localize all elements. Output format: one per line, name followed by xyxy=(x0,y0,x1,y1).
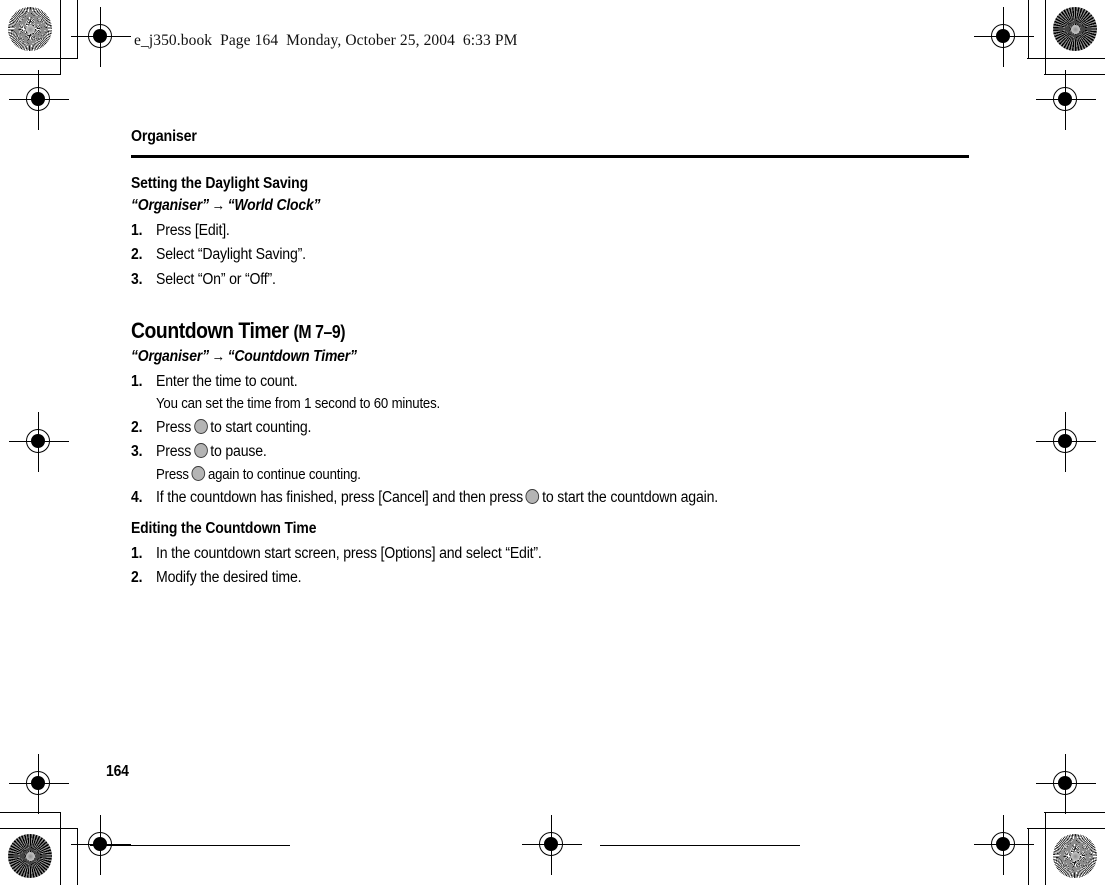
step-list: 2. Press to start counting. 3. Press to pa… xyxy=(131,416,971,465)
section-heading: Editing the Countdown Time xyxy=(131,519,317,537)
trim-line-top-outer xyxy=(0,58,78,59)
step-list: 1. In the countdown start screen, press … xyxy=(131,542,971,591)
step-text: Enter the time to count. xyxy=(156,372,298,390)
registration-crosshair-icon-bottom-center xyxy=(522,815,582,875)
step-number: 1. xyxy=(131,372,143,390)
color-rosette-icon-top-left xyxy=(8,7,52,51)
list-item: 3. Press to pause. xyxy=(131,440,971,464)
trim-line-left-outer xyxy=(60,0,61,75)
step-substep-pre: Press xyxy=(156,466,189,483)
trim-line-bottom-left-outer xyxy=(60,812,61,885)
registration-crosshair-icon-bottom-right-b xyxy=(1036,754,1096,814)
list-item: 4. If the countdown has finished, press … xyxy=(131,486,971,510)
step-text: Press [Edit]. xyxy=(156,222,230,239)
nav-path-from: “Organiser” xyxy=(131,197,209,214)
section-heading: Countdown Timer (M 7–9) xyxy=(131,318,870,344)
step-text: Modify the desired time. xyxy=(156,569,302,587)
step-text: Press to start counting. xyxy=(156,416,311,440)
nav-path-to: “Countdown Timer” xyxy=(227,347,357,365)
list-item: 1. In the countdown start screen, press … xyxy=(131,542,971,566)
section-heading: Setting the Daylight Saving xyxy=(131,175,308,192)
step-text-pre: If the countdown has finished, press [Ca… xyxy=(156,489,524,507)
step-list: 1. Enter the time to count. xyxy=(131,370,971,394)
color-rosette-icon-top-right xyxy=(1053,7,1097,51)
step-text-pre: Press xyxy=(156,443,192,461)
nav-path: “Organiser” → “Countdown Timer” xyxy=(131,348,887,366)
registration-crosshair-icon-left-middle xyxy=(9,412,69,472)
step-text-post: to start counting. xyxy=(210,419,312,437)
list-item: 1. Enter the time to count. xyxy=(131,370,971,394)
nav-path: “Organiser” → “World Clock” xyxy=(131,197,887,215)
step-number: 4. xyxy=(131,489,143,507)
trim-line-bottom-right-outer xyxy=(1045,812,1046,885)
step-substep: Press again to continue counting. xyxy=(131,465,971,487)
trim-line-right-outer xyxy=(1045,0,1046,75)
step-text: In the countdown start screen, press [Op… xyxy=(156,544,542,562)
trim-line-bottom-right-outer xyxy=(1027,828,1105,829)
step-text: Select “On” or “Off”. xyxy=(156,270,276,288)
section-heading-text: Countdown Timer xyxy=(131,317,289,343)
step-subnote: You can set the time from 1 second to 60… xyxy=(131,394,971,416)
page-number: 164 xyxy=(106,763,129,780)
center-key-icon xyxy=(193,419,208,435)
list-item: 2. Press to start counting. xyxy=(131,416,971,440)
step-number: 2. xyxy=(131,419,143,437)
step-substep-text: Press again to continue counting. xyxy=(156,465,361,487)
step-text-post: to start the countdown again. xyxy=(542,489,718,507)
page-content: Organiser Setting the Daylight Saving “O… xyxy=(131,128,971,590)
document-page: e_j350.book Page 164 Monday, October 25,… xyxy=(0,0,1105,885)
registration-crosshair-icon-right-middle xyxy=(1036,412,1096,472)
trim-line-bottom-outer xyxy=(0,828,78,829)
step-number: 2. xyxy=(131,246,143,264)
step-number: 2. xyxy=(131,569,143,587)
pdf-source-header: e_j350.book Page 164 Monday, October 25,… xyxy=(134,32,518,49)
step-number: 3. xyxy=(131,443,143,461)
step-text: If the countdown has finished, press [Ca… xyxy=(156,486,738,510)
arrow-right-icon: → xyxy=(211,197,226,214)
step-text: Select “Daylight Saving”. xyxy=(156,246,306,264)
step-subnote-text: You can set the time from 1 second to 60… xyxy=(156,396,440,413)
registration-crosshair-icon-top-left-b xyxy=(9,70,69,130)
list-item: 2. Select “Daylight Saving”. xyxy=(131,243,971,267)
step-text-pre: Press xyxy=(156,419,192,437)
color-rosette-icon-bottom-right xyxy=(1053,834,1097,878)
nav-path-from: “Organiser” xyxy=(131,347,209,365)
section-daylight-saving: Setting the Daylight Saving “Organiser” →… xyxy=(131,175,971,292)
section-countdown-timer: Countdown Timer (M 7–9) “Organiser” → “Cou… xyxy=(131,318,971,511)
registration-crosshair-icon-bottom-left-a xyxy=(9,754,69,814)
step-list: 4. If the countdown has finished, press … xyxy=(131,486,971,510)
trim-line-top-right-outer xyxy=(1027,58,1105,59)
step-text: Press to pause. xyxy=(156,440,267,464)
step-substep-post: again to continue counting. xyxy=(207,466,361,483)
step-number: 1. xyxy=(131,222,143,239)
section-editing-countdown-time: Editing the Countdown Time 1. In the cou… xyxy=(131,520,971,591)
list-item: 3. Select “On” or “Off”. xyxy=(131,268,971,292)
registration-crosshair-icon-top-left-a xyxy=(71,7,131,67)
step-number: 1. xyxy=(131,544,143,562)
registration-crosshair-icon-bottom-right-a xyxy=(974,815,1034,875)
center-key-icon xyxy=(191,465,206,481)
step-text-post: to pause. xyxy=(210,443,267,461)
step-list: 1. Press [Edit]. 2. Select “Daylight Sav… xyxy=(131,219,971,292)
registration-crosshair-icon-top-right-a xyxy=(974,7,1034,67)
registration-crosshair-icon-top-right-b xyxy=(1036,70,1096,130)
section-heading-suffix: (M 7–9) xyxy=(293,321,346,342)
arrow-right-icon: → xyxy=(211,347,226,365)
trim-line-bottom-center-right xyxy=(600,845,800,846)
nav-path-to: “World Clock” xyxy=(227,197,321,214)
registration-crosshair-icon-bottom-left-b xyxy=(71,815,131,875)
running-head: Organiser xyxy=(131,128,197,145)
list-item: 2. Modify the desired time. xyxy=(131,566,971,590)
step-number: 3. xyxy=(131,270,143,288)
center-key-icon xyxy=(525,489,540,505)
color-rosette-icon-bottom-left xyxy=(8,834,52,878)
center-key-icon xyxy=(193,443,208,459)
list-item: 1. Press [Edit]. xyxy=(131,219,971,243)
